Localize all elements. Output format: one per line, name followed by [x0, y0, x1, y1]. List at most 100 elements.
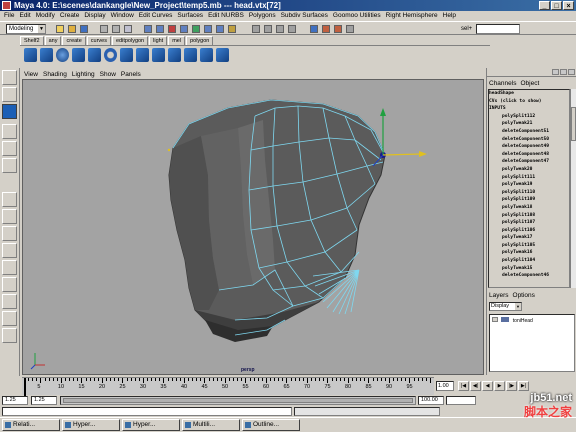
- shelf-tab-create[interactable]: create: [62, 36, 86, 45]
- poly-cone-icon[interactable]: [88, 48, 101, 62]
- menu-subdiv-surfaces[interactable]: Subdiv Surfaces: [281, 11, 328, 21]
- menu-set-dropdown[interactable]: Modeling ▼: [6, 24, 46, 34]
- go-to-end-button[interactable]: ▶|: [518, 381, 529, 391]
- history-icon[interactable]: [310, 25, 318, 33]
- play-forward-button[interactable]: ▶: [494, 381, 505, 391]
- range-start-field[interactable]: 1.25: [2, 396, 28, 405]
- merge-vertices-icon[interactable]: [152, 48, 165, 62]
- panel-menu-lighting[interactable]: Lighting: [72, 70, 95, 79]
- input-node-item[interactable]: deleteComponent46: [489, 272, 569, 280]
- input-node-item[interactable]: polySplit109: [489, 196, 569, 204]
- poly-plane-icon[interactable]: [24, 48, 37, 62]
- smooth-icon[interactable]: [168, 48, 181, 62]
- move-tool-icon[interactable]: [2, 104, 17, 119]
- channel-box-menu-object[interactable]: Object: [520, 79, 539, 88]
- step-forward-button[interactable]: |▶: [506, 381, 517, 391]
- shelf-tab-curves[interactable]: curves: [86, 36, 111, 45]
- menu-polygons[interactable]: Polygons: [249, 11, 276, 21]
- channel-box-item[interactable]: CVs (click to show): [489, 98, 569, 106]
- single-view-layout-icon[interactable]: [2, 192, 17, 207]
- input-node-item[interactable]: polySplit107: [489, 219, 569, 227]
- mask-handle-icon[interactable]: [144, 25, 152, 33]
- taskbar-outliner[interactable]: Outline...: [242, 419, 300, 431]
- panel-menu-shading[interactable]: Shading: [43, 70, 67, 79]
- snap-grid-icon[interactable]: [252, 25, 260, 33]
- menu-file[interactable]: File: [4, 11, 14, 21]
- close-button[interactable]: ×: [563, 1, 574, 10]
- panel-menu-view[interactable]: View: [24, 70, 38, 79]
- rotate-tool-icon[interactable]: [2, 124, 17, 139]
- layer-mode-dropdown[interactable]: Display ▼: [489, 302, 522, 311]
- input-node-item[interactable]: deleteComponent47: [489, 158, 569, 166]
- extrude-face-icon[interactable]: [120, 48, 133, 62]
- layer-visibility-toggle[interactable]: [492, 317, 498, 322]
- select-component-icon[interactable]: [124, 25, 132, 33]
- channel-box-scrollbar[interactable]: [570, 89, 576, 288]
- two-view-layout-icon[interactable]: [2, 226, 17, 241]
- input-node-item[interactable]: deleteComponent50: [489, 136, 569, 144]
- attribute-editor-toggle-icon[interactable]: [568, 69, 575, 75]
- range-end-field[interactable]: [446, 396, 476, 405]
- menu-edit-nurbs[interactable]: Edit NURBS: [208, 11, 244, 21]
- menu-goomoo-utilities[interactable]: Goomoo Utilities: [333, 11, 381, 21]
- menu-create[interactable]: Create: [60, 11, 80, 21]
- shelf-tab-polygon[interactable]: polygon: [186, 36, 214, 45]
- menu-right-hemisphere[interactable]: Right Hemisphere: [386, 11, 438, 21]
- input-node-item[interactable]: polySplit105: [489, 242, 569, 250]
- minimize-button[interactable]: _: [539, 1, 550, 10]
- layer-menu-layers[interactable]: Layers: [489, 292, 509, 300]
- input-node-item[interactable]: polySplit112: [489, 113, 569, 121]
- input-node-item[interactable]: polyTweak15: [489, 265, 569, 273]
- graph-layout-icon[interactable]: [2, 243, 17, 258]
- render-globals-icon[interactable]: [346, 25, 354, 33]
- taskbar-hypergraph-2[interactable]: Hyper...: [122, 419, 180, 431]
- snap-curve-icon[interactable]: [264, 25, 272, 33]
- shelf-tab-mel[interactable]: mel: [168, 36, 186, 45]
- viewport-canvas[interactable]: [23, 80, 484, 375]
- combine-icon[interactable]: [184, 48, 197, 62]
- poly-torus-icon[interactable]: [104, 48, 117, 62]
- menu-modify[interactable]: Modify: [36, 11, 55, 21]
- input-node-item[interactable]: polyTweak18: [489, 204, 569, 212]
- manip-x-axis[interactable]: [382, 153, 422, 156]
- outliner-layout-icon[interactable]: [2, 277, 17, 292]
- poly-cylinder-icon[interactable]: [72, 48, 85, 62]
- four-view-layout-icon[interactable]: [2, 209, 17, 224]
- input-node-item[interactable]: polySplit108: [489, 212, 569, 220]
- play-backward-button[interactable]: ◀: [482, 381, 493, 391]
- taskbar-multilister[interactable]: Multili...: [182, 419, 240, 431]
- mask-deformer-icon[interactable]: [192, 25, 200, 33]
- range-end-inner-field[interactable]: 100.00: [418, 396, 444, 405]
- layer-editor-toggle-icon[interactable]: [560, 69, 567, 75]
- shelf-tab-light[interactable]: light: [149, 36, 168, 45]
- taskbar-hypergraph-1[interactable]: Hyper...: [62, 419, 120, 431]
- input-node-item[interactable]: polyTweak19: [489, 181, 569, 189]
- input-node-item[interactable]: polyTweak21: [489, 120, 569, 128]
- scale-tool-icon[interactable]: [2, 141, 17, 156]
- channel-box-item[interactable]: INPUTS: [489, 105, 569, 113]
- menu-edit-curves[interactable]: Edit Curves: [139, 11, 173, 21]
- quick-selection-input[interactable]: [476, 24, 520, 34]
- layer-menu-options[interactable]: Options: [513, 292, 535, 300]
- panel-menu-show[interactable]: Show: [100, 70, 116, 79]
- split-polygon-icon[interactable]: [136, 48, 149, 62]
- input-node-item[interactable]: polySplit104: [489, 257, 569, 265]
- perspective-viewport[interactable]: persp: [22, 79, 484, 375]
- range-start-inner-field[interactable]: 1.25: [31, 396, 57, 405]
- maximize-button[interactable]: □: [551, 1, 562, 10]
- range-slider[interactable]: [60, 396, 416, 405]
- panel-menu-panels[interactable]: Panels: [121, 70, 141, 79]
- select-object-icon[interactable]: [112, 25, 120, 33]
- lasso-tool-icon[interactable]: [2, 87, 17, 102]
- menu-edit[interactable]: Edit: [19, 11, 30, 21]
- mask-surface-icon[interactable]: [180, 25, 188, 33]
- hypershade-layout-icon[interactable]: [2, 260, 17, 275]
- mel-command-input[interactable]: [2, 407, 292, 416]
- taskbar-relationship-editor[interactable]: Relati...: [2, 419, 60, 431]
- save-scene-icon[interactable]: [80, 25, 88, 33]
- shelf-tab-shelf2[interactable]: Shelf2: [20, 36, 44, 45]
- mask-dynamic-icon[interactable]: [204, 25, 212, 33]
- mask-misc-icon[interactable]: [228, 25, 236, 33]
- input-node-item[interactable]: polySplit106: [489, 227, 569, 235]
- menu-help[interactable]: Help: [443, 11, 456, 21]
